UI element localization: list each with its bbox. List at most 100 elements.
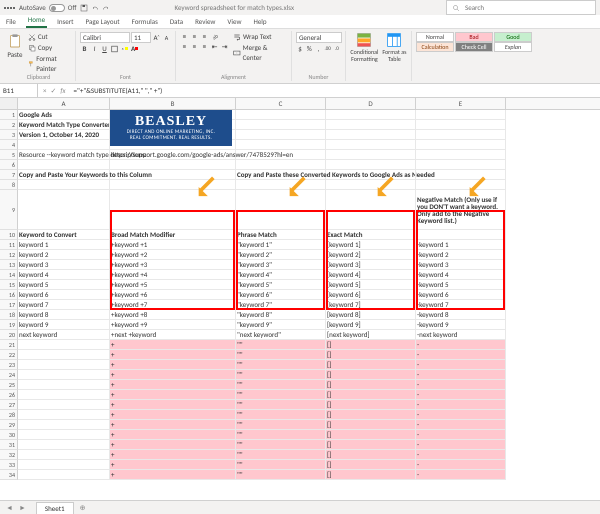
align-left-icon[interactable]: ≡ xyxy=(180,42,189,51)
cell[interactable] xyxy=(18,440,110,450)
cell[interactable]: [] xyxy=(326,470,416,480)
cell[interactable]: Google Ads xyxy=(18,110,110,120)
cell[interactable]: Version 1, October 14, 2020 xyxy=(18,130,110,140)
cell[interactable]: +keyword +3 xyxy=(110,260,236,270)
tab-view[interactable]: View xyxy=(225,15,243,28)
bold-button[interactable]: B xyxy=(80,44,89,53)
cell[interactable]: next keyword xyxy=(18,330,110,340)
cell[interactable]: "" xyxy=(236,420,326,430)
toggle-off-icon[interactable] xyxy=(49,4,65,12)
cell[interactable] xyxy=(236,180,326,190)
tab-review[interactable]: Review xyxy=(193,15,217,28)
align-center-icon[interactable]: ≡ xyxy=(190,42,199,51)
cell[interactable]: +keyword +4 xyxy=(110,270,236,280)
cell[interactable]: "" xyxy=(236,460,326,470)
cancel-formula-icon[interactable]: × xyxy=(43,86,47,95)
cell[interactable]: + xyxy=(110,460,236,470)
row-header[interactable]: 17 xyxy=(0,300,18,310)
search-box[interactable] xyxy=(446,0,596,15)
cell[interactable]: +next +keyword xyxy=(110,330,236,340)
tab-insert[interactable]: Insert xyxy=(55,15,75,28)
cell[interactable]: Copy and Paste Your Keywords to this Col… xyxy=(18,170,110,180)
number-format-select[interactable]: General xyxy=(296,32,342,43)
cell[interactable]: keyword 4 xyxy=(18,270,110,280)
cell[interactable]: [] xyxy=(326,340,416,350)
cell[interactable]: -keyword 3 xyxy=(416,260,506,270)
name-box[interactable]: B11 xyxy=(0,84,38,97)
row-header[interactable]: 16 xyxy=(0,290,18,300)
row-header[interactable]: 28 xyxy=(0,410,18,420)
cell[interactable] xyxy=(110,160,236,170)
cell[interactable]: "keyword 9" xyxy=(236,320,326,330)
cell[interactable]: Keyword Match Type Converter xyxy=(18,120,110,130)
cell[interactable] xyxy=(236,110,326,120)
cell[interactable]: + xyxy=(110,370,236,380)
cell[interactable]: "" xyxy=(236,410,326,420)
row-header[interactable]: 2 xyxy=(0,120,18,130)
cell[interactable] xyxy=(236,150,326,160)
cell[interactable]: - xyxy=(416,410,506,420)
tab-home[interactable]: Home xyxy=(26,13,47,28)
cell[interactable]: Phrase Match xyxy=(236,230,326,240)
row-header[interactable]: 5 xyxy=(0,150,18,160)
cell[interactable]: [keyword 7] xyxy=(326,300,416,310)
col-header-E[interactable]: E xyxy=(416,98,506,109)
cell[interactable]: [keyword 5] xyxy=(326,280,416,290)
cell[interactable] xyxy=(416,160,506,170)
cell[interactable]: "" xyxy=(236,360,326,370)
style-normal[interactable]: Normal xyxy=(416,32,454,42)
cell[interactable]: keyword 3 xyxy=(18,260,110,270)
cell[interactable]: - xyxy=(416,380,506,390)
cell[interactable]: +keyword +7 xyxy=(110,300,236,310)
orientation-icon[interactable]: ab xyxy=(210,32,219,41)
style-good[interactable]: Good xyxy=(494,32,532,42)
cell[interactable]: +keyword +1 xyxy=(110,240,236,250)
cell[interactable]: + xyxy=(110,390,236,400)
row-header[interactable]: 24 xyxy=(0,370,18,380)
cell[interactable]: - xyxy=(416,360,506,370)
cell[interactable]: "" xyxy=(236,370,326,380)
cell[interactable] xyxy=(110,190,236,230)
font-size-select[interactable]: 11 xyxy=(131,32,151,43)
increase-decimal-icon[interactable]: .00 xyxy=(323,44,331,53)
cell[interactable] xyxy=(326,150,416,160)
sheet-nav-next-icon[interactable]: ► xyxy=(19,503,26,512)
cell[interactable] xyxy=(18,340,110,350)
cell[interactable]: "" xyxy=(236,430,326,440)
cell[interactable]: "" xyxy=(236,350,326,360)
cell[interactable]: + xyxy=(110,350,236,360)
cell[interactable]: "" xyxy=(236,470,326,480)
cell[interactable] xyxy=(18,460,110,470)
style-explanatory[interactable]: Explan xyxy=(494,42,532,52)
cell[interactable]: [] xyxy=(326,380,416,390)
row-header[interactable]: 25 xyxy=(0,380,18,390)
cell[interactable] xyxy=(18,400,110,410)
row-header[interactable]: 11 xyxy=(0,240,18,250)
cell[interactable] xyxy=(326,140,416,150)
row-header[interactable]: 13 xyxy=(0,260,18,270)
cell[interactable]: Keyword to Convert xyxy=(18,230,110,240)
cell[interactable] xyxy=(326,110,416,120)
style-calculation[interactable]: Calculation xyxy=(416,42,454,52)
conditional-formatting-button[interactable]: Conditional Formatting xyxy=(350,32,379,80)
cell[interactable]: keyword 6 xyxy=(18,290,110,300)
cell[interactable]: "keyword 1" xyxy=(236,240,326,250)
cell[interactable]: "keyword 7" xyxy=(236,300,326,310)
cell[interactable] xyxy=(416,230,506,240)
cell[interactable] xyxy=(416,150,506,160)
row-header[interactable]: 21 xyxy=(0,340,18,350)
cell[interactable]: -keyword 8 xyxy=(416,310,506,320)
col-header-C[interactable]: C xyxy=(236,98,326,109)
tab-formulas[interactable]: Formulas xyxy=(130,15,160,28)
cell[interactable]: + xyxy=(110,420,236,430)
cell[interactable] xyxy=(110,180,236,190)
cell[interactable] xyxy=(236,160,326,170)
cell[interactable]: - xyxy=(416,450,506,460)
cell[interactable]: +keyword +2 xyxy=(110,250,236,260)
cell[interactable] xyxy=(326,120,416,130)
cell[interactable]: + xyxy=(110,450,236,460)
cell[interactable]: -keyword 7 xyxy=(416,300,506,310)
sheet-tab-sheet1[interactable]: Sheet1 xyxy=(36,502,74,514)
cell[interactable]: + xyxy=(110,400,236,410)
cell[interactable]: - xyxy=(416,460,506,470)
